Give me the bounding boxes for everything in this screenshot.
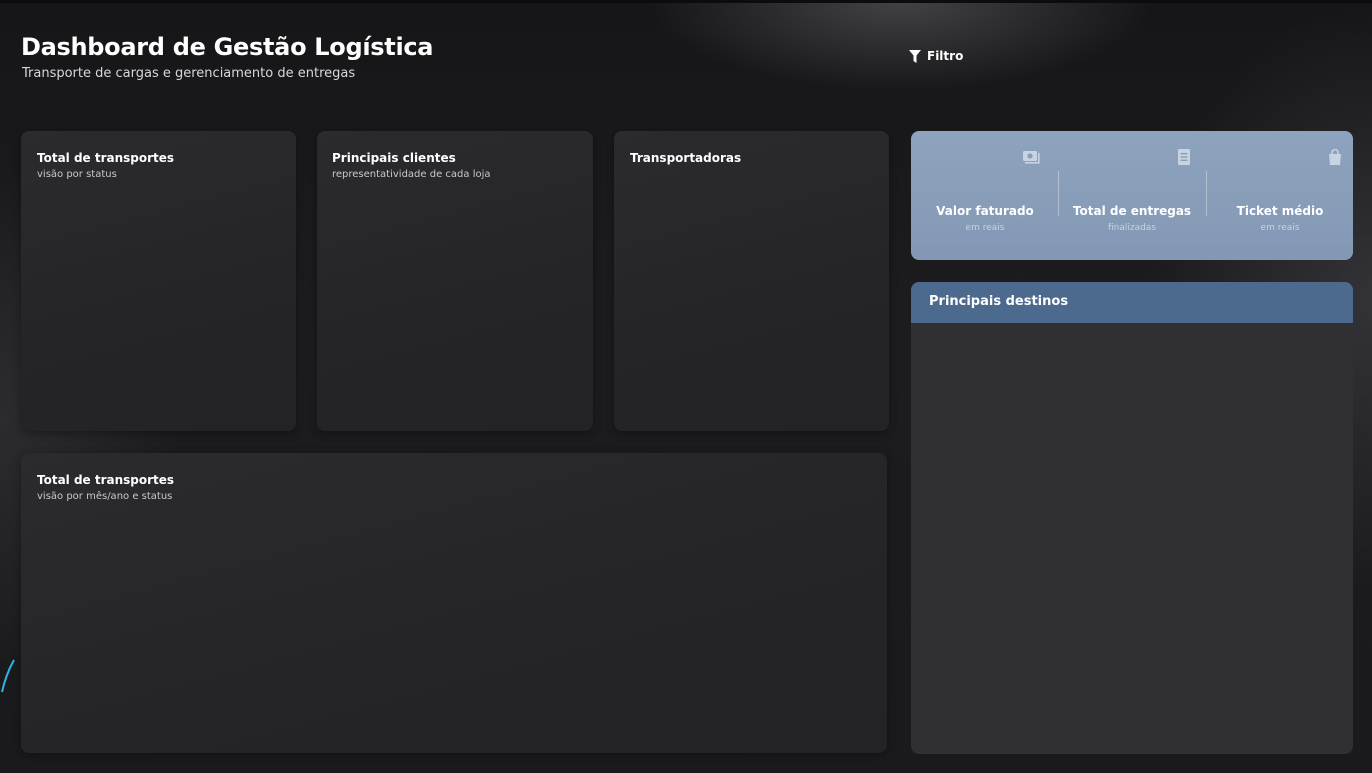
status-chart-card: Total de transportes visão por status [21,131,296,431]
card-title: Total de transportes [37,473,175,487]
card-title: Principais clientes [332,151,456,165]
filter-button[interactable]: Filtro [909,46,963,66]
filter-label: Filtro [927,49,964,63]
kpi-billed-value: Valor faturado em reais [911,131,1058,260]
kpi-panel: Valor faturado em reais Total de entrega… [911,131,1353,260]
page-subtitle: Transporte de cargas e gerenciamento de … [22,66,356,81]
shopping-bag-icon [1326,149,1344,165]
kpi-sub: em reais [1260,223,1300,233]
card-title: Total de transportes [37,151,175,165]
kpi-label: Ticket médio [1236,204,1324,218]
kpi-total-deliveries: Total de entregas finalizadas [1058,131,1206,260]
kpi-sub: finalizadas [1107,223,1157,233]
kpi-label: Valor faturado [936,204,1034,218]
destinations-card: Principais destinos [911,282,1353,754]
kpi-average-ticket: Ticket médio em reais [1206,131,1353,260]
document-icon [1175,149,1193,165]
card-subtitle: visão por mês/ano e status [37,491,173,502]
top-edge [0,0,1372,3]
monthly-chart-card: Total de transportes visão por mês/ano e… [21,453,887,753]
filter-icon [909,49,921,63]
kpi-label: Total de entregas [1072,204,1192,218]
accent-line-decoration [1,659,15,693]
money-icon [1022,149,1040,165]
kpi-sub: em reais [965,223,1005,233]
page-title: Dashboard de Gestão Logística [21,33,434,61]
card-subtitle: visão por status [37,169,117,180]
destinations-title: Principais destinos [929,294,1069,309]
card-title: Transportadoras [630,151,742,165]
card-subtitle: representatividade de cada loja [332,169,491,180]
destinations-header: Principais destinos [911,282,1353,323]
carriers-chart-card: Transportadoras [614,131,889,431]
clients-chart-card: Principais clientes representatividade d… [317,131,593,431]
